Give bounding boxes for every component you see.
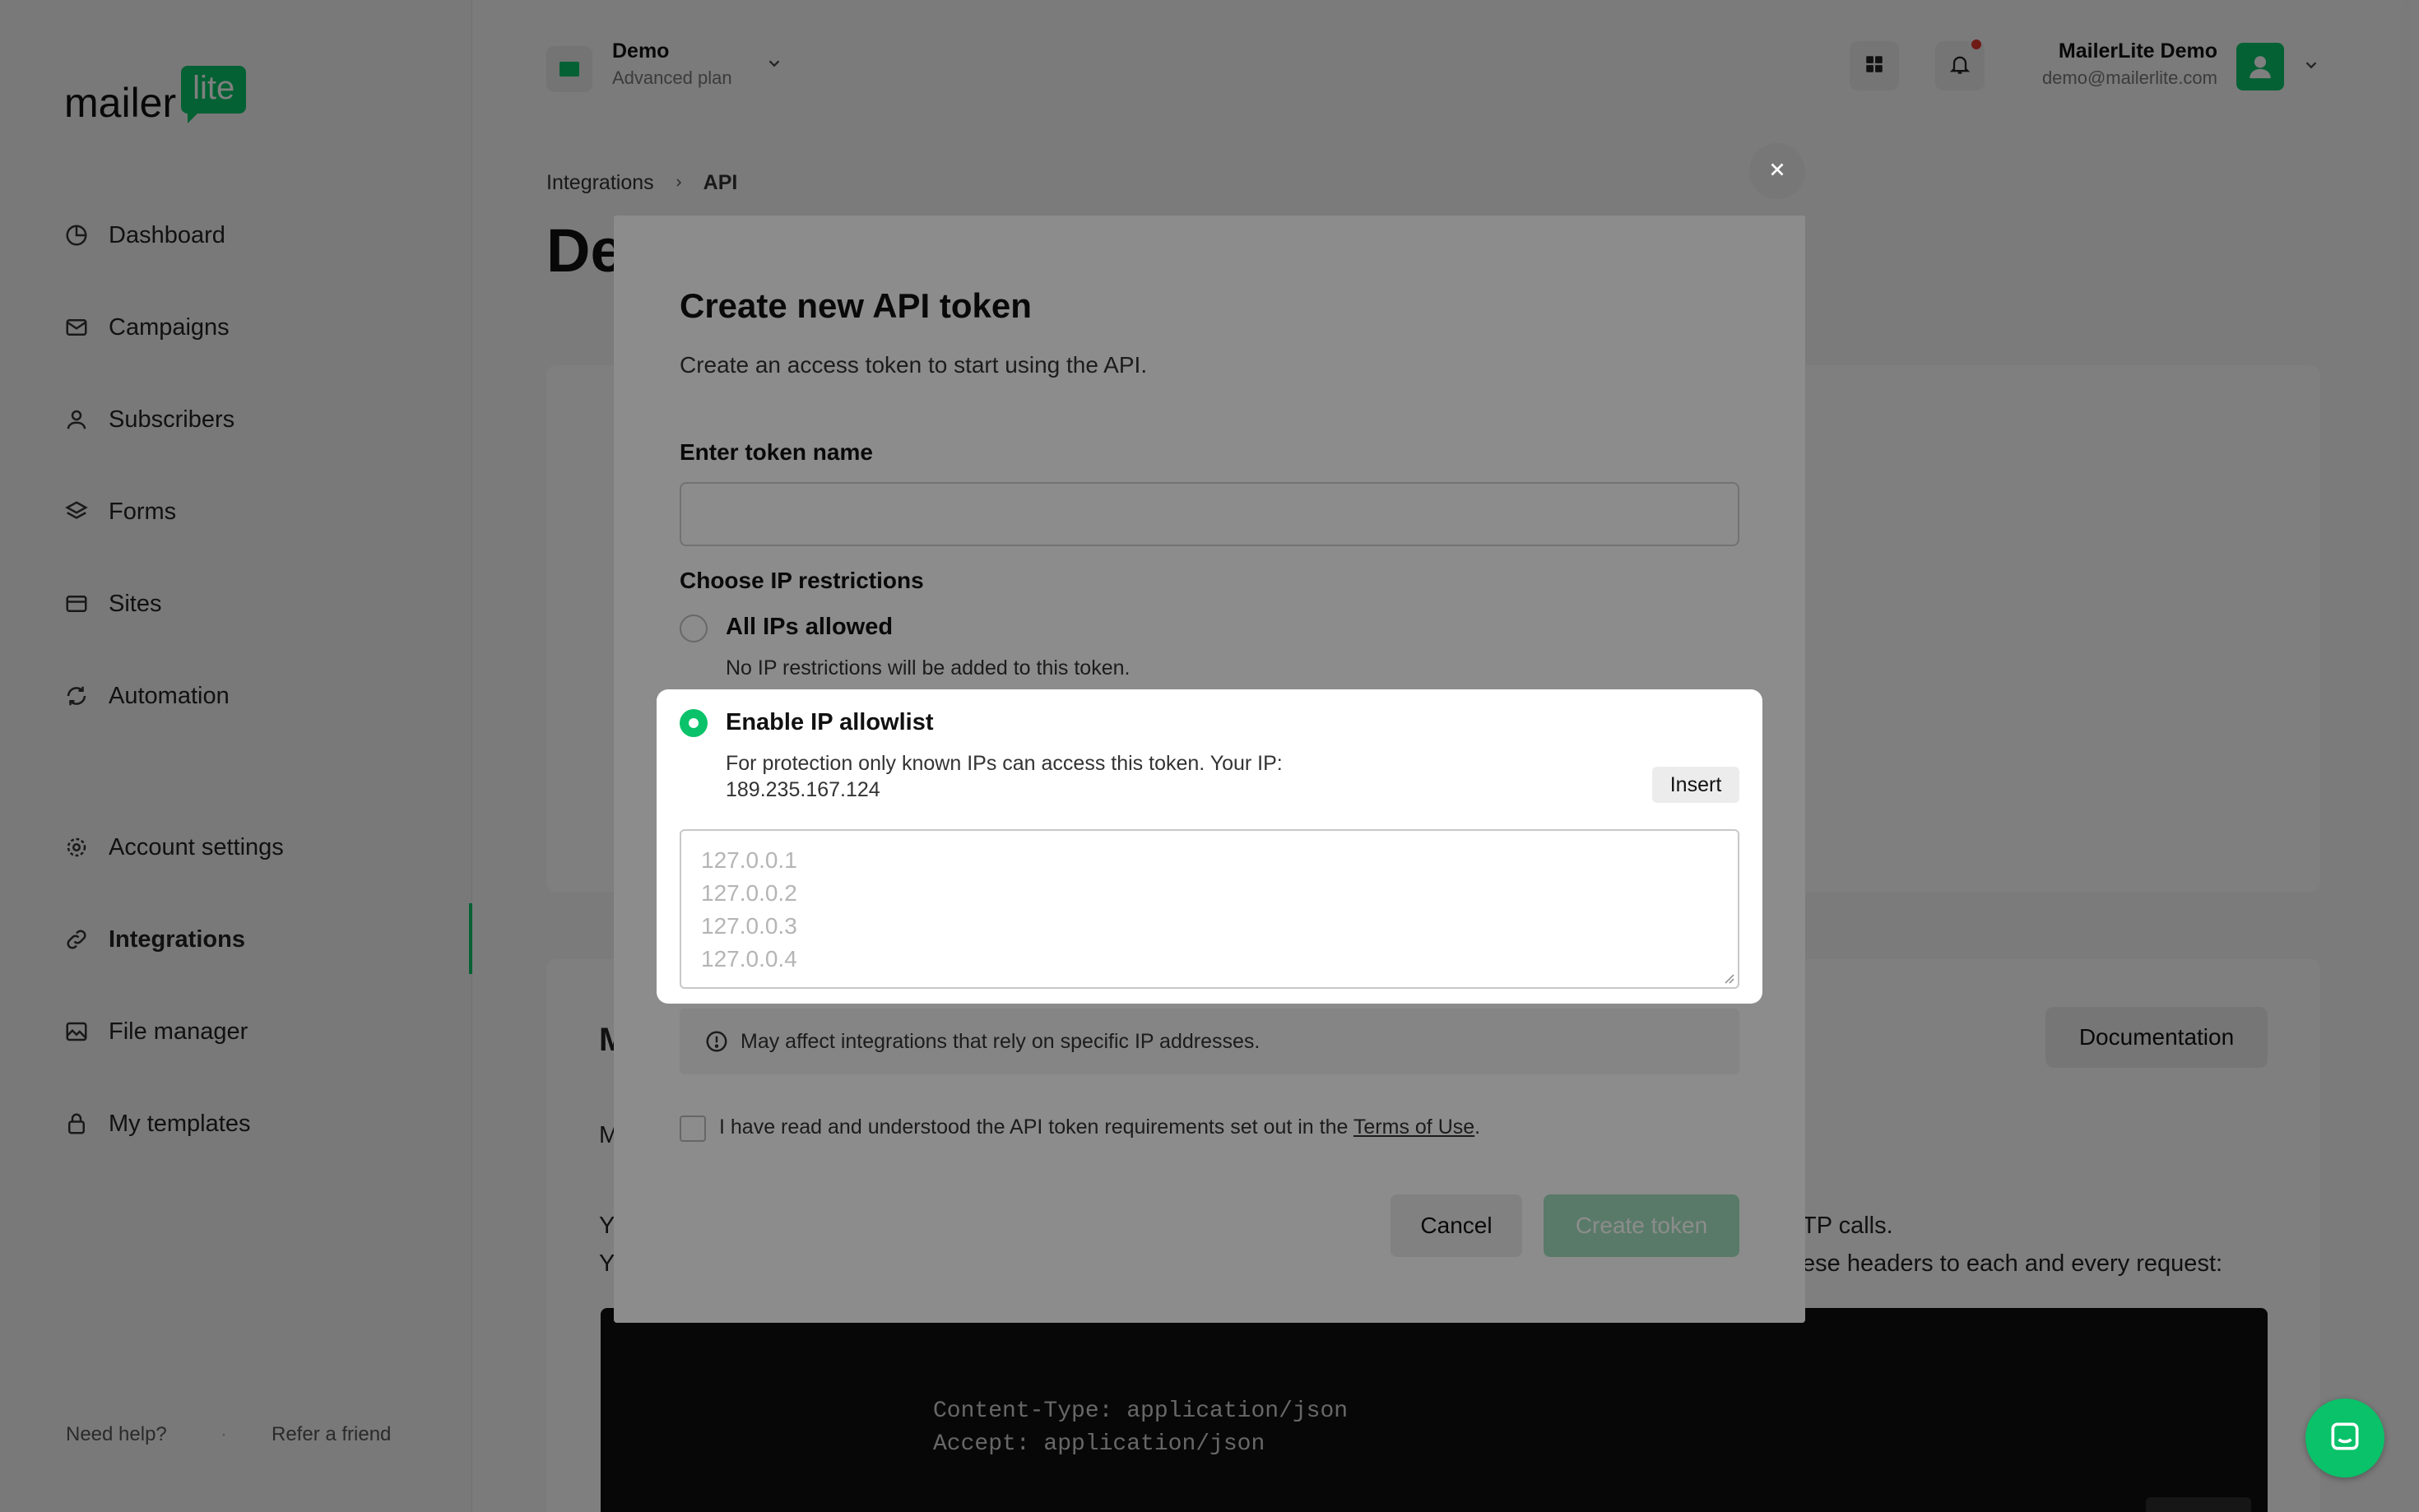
allowlist-radio[interactable] xyxy=(680,709,708,737)
placeholder-line: 127.0.0.3 xyxy=(701,913,797,939)
scrollbar[interactable] xyxy=(2401,0,2412,839)
ip-allowlist-textarea[interactable]: 127.0.0.1 127.0.0.2 127.0.0.3 127.0.0.4 xyxy=(680,829,1739,989)
allowlist-desc: For protection only known IPs can access… xyxy=(726,752,1283,775)
placeholder-line: 127.0.0.1 xyxy=(701,847,797,873)
close-icon xyxy=(1767,159,1788,184)
chat-icon xyxy=(2327,1418,2363,1459)
insert-ip-button[interactable]: Insert xyxy=(1652,767,1739,803)
resize-handle[interactable] xyxy=(1723,972,1734,984)
placeholder-line: 127.0.0.2 xyxy=(701,880,797,906)
close-modal-button[interactable] xyxy=(1749,143,1805,199)
placeholder-line: 127.0.0.4 xyxy=(701,946,797,972)
chat-widget-button[interactable] xyxy=(2305,1398,2384,1477)
allowlist-title[interactable]: Enable IP allowlist xyxy=(726,709,934,736)
current-ip: 189.235.167.124 xyxy=(726,778,880,801)
